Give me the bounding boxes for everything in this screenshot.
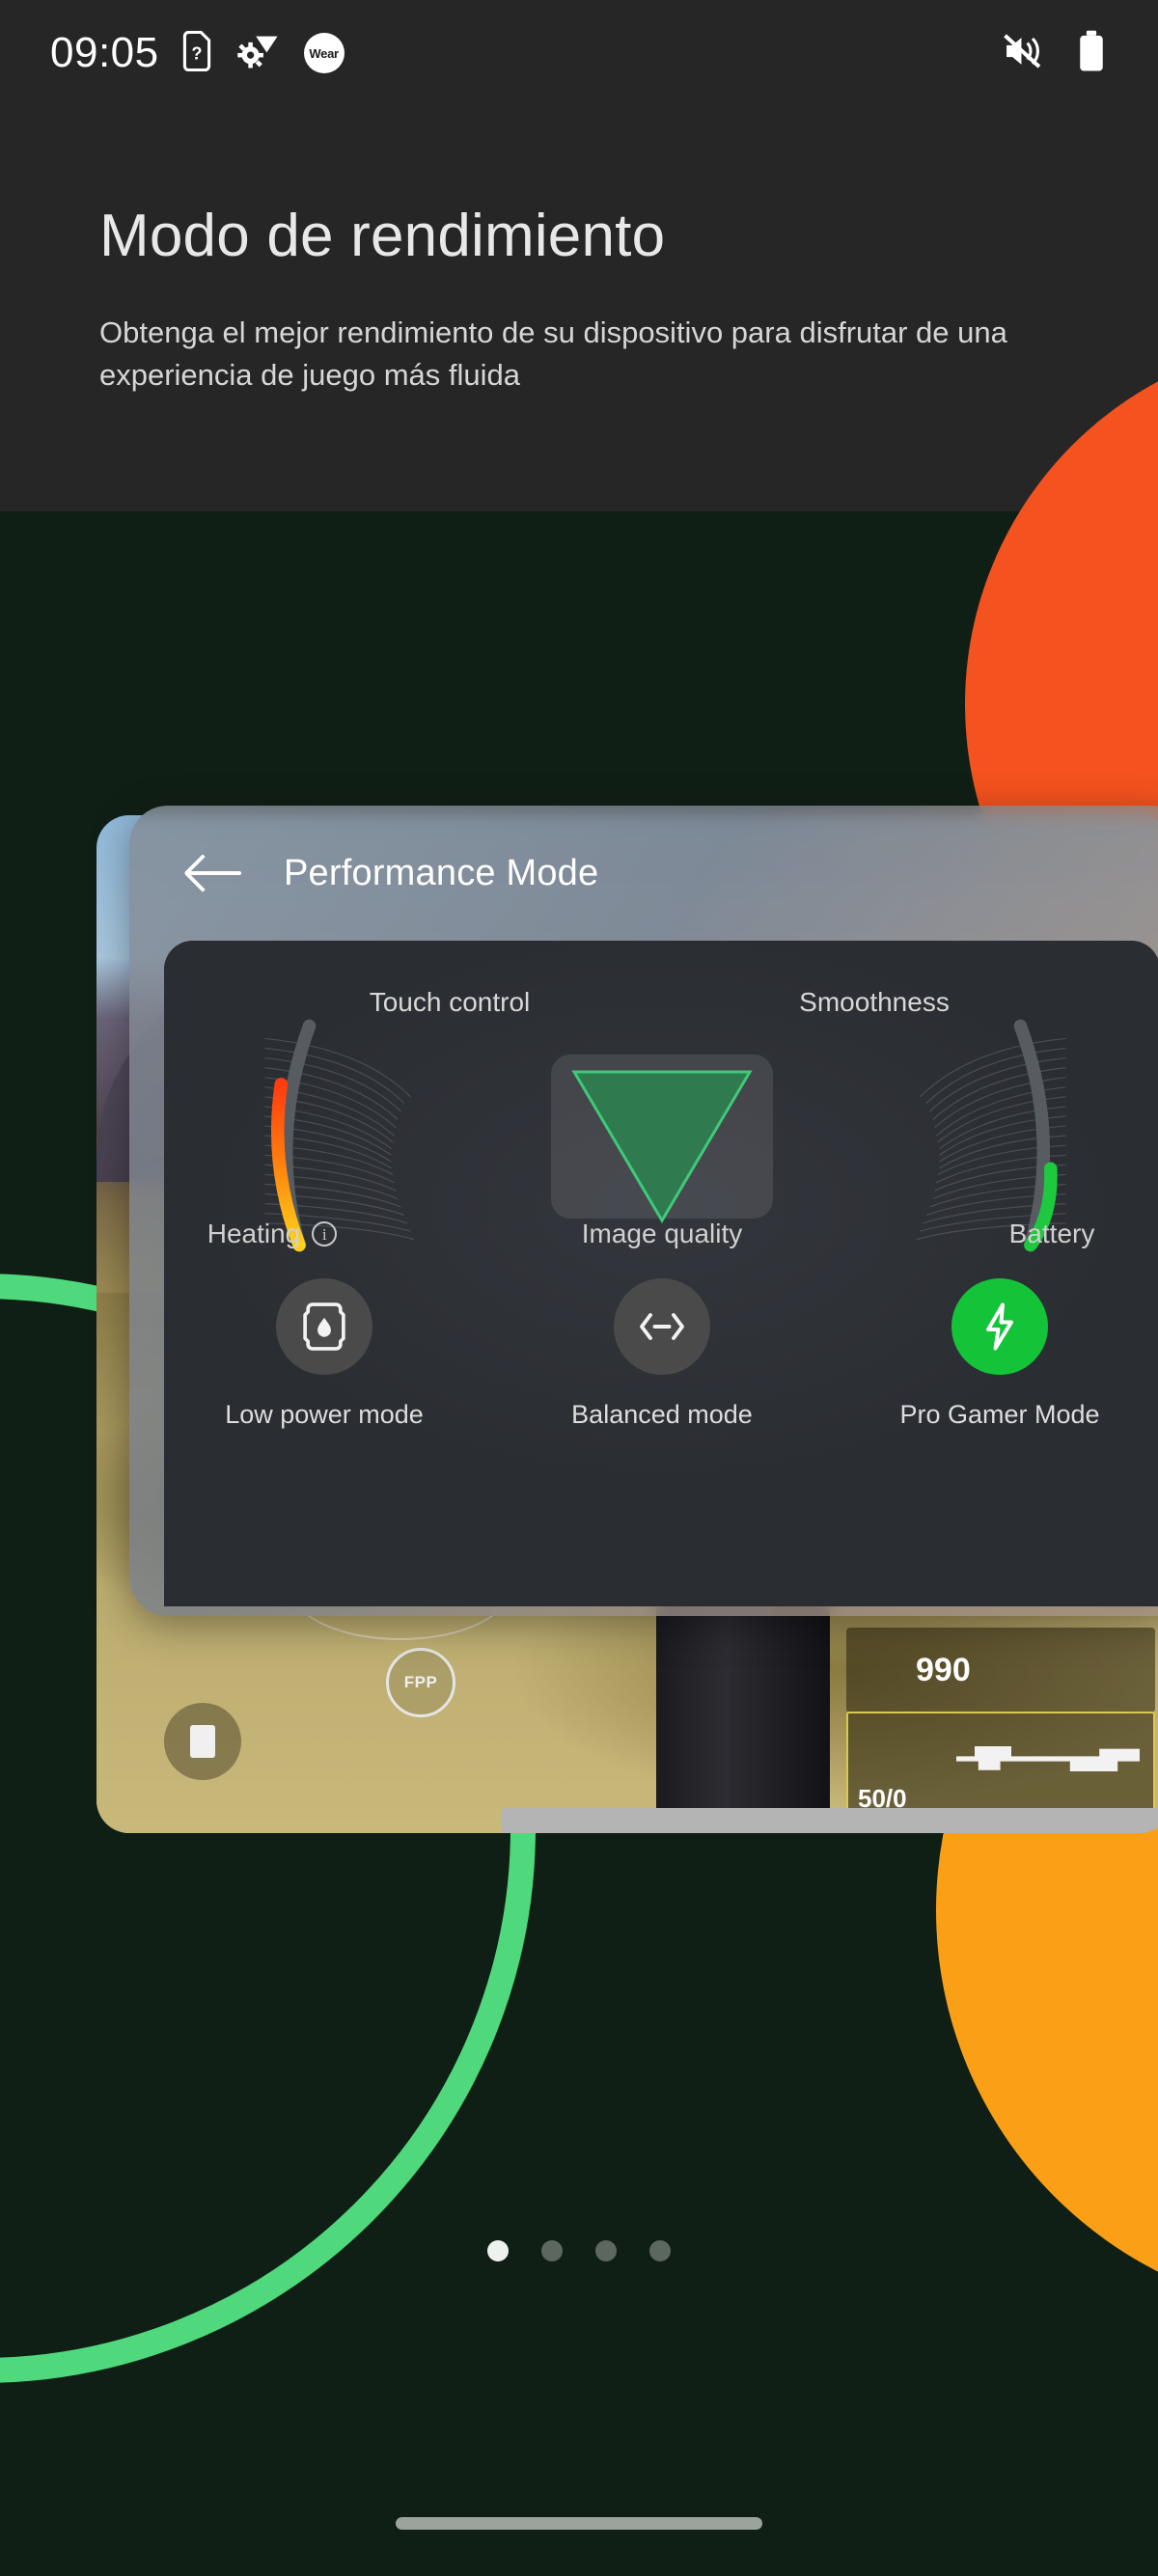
mode-balanced-circle[interactable]	[614, 1278, 710, 1375]
mode-pro-gamer-label: Pro Gamer Mode	[899, 1400, 1100, 1429]
status-bar: 09:05 ? Wear	[0, 0, 1158, 106]
gauge-label-heating-text: Heating	[207, 1219, 301, 1248]
gauge-label-heating: Heating i	[164, 1219, 380, 1249]
modal-header: Performance Mode	[129, 806, 1158, 941]
home-gesture-pill[interactable]	[396, 2516, 762, 2530]
mode-pro-gamer[interactable]: Pro Gamer Mode	[898, 1278, 1101, 1430]
feature-illustration-card: FPP 990 50/0 Performance Mode Touch cont…	[96, 806, 1158, 1833]
mode-buttons-row: Low power mode Balanced mode Pro Gamer M…	[164, 1278, 1158, 1430]
balance-arrows-icon	[640, 1313, 684, 1340]
gauge-label-image-quality: Image quality	[581, 1219, 743, 1248]
svg-text:?: ?	[191, 43, 202, 63]
mode-balanced[interactable]: Balanced mode	[561, 1278, 763, 1430]
mode-low-power[interactable]: Low power mode	[223, 1278, 426, 1430]
game-hud-ammo-panel: 990	[846, 1628, 1155, 1713]
page-dot-3[interactable]	[595, 2240, 617, 2261]
page-dot-2[interactable]	[541, 2240, 563, 2261]
gauge-label-smoothness: Smoothness	[799, 987, 950, 1017]
settings-wifi-icon	[236, 31, 281, 76]
game-bottom-bar	[502, 1808, 1158, 1833]
mode-balanced-label: Balanced mode	[571, 1400, 753, 1429]
modal-body: Touch control Smoothness Heating i Image…	[164, 941, 1158, 1606]
page-dot-1[interactable]	[487, 2240, 509, 2261]
gauge-top-labels: Touch control Smoothness	[164, 987, 1158, 1018]
game-hud-item-button[interactable]	[164, 1703, 241, 1780]
page-title: Modo de rendimiento	[99, 203, 666, 269]
page-dot-4[interactable]	[649, 2240, 671, 2261]
image-quality-triangle-icon	[571, 1070, 753, 1223]
mode-pro-gamer-circle[interactable]	[951, 1278, 1048, 1375]
game-hud-ammo-total: 990	[916, 1651, 971, 1688]
volume-mute-icon	[1002, 32, 1044, 75]
page-indicator	[0, 2240, 1158, 2261]
system-navigation-bar	[0, 2470, 1158, 2576]
phone-screen: 09:05 ? Wear Modo de rendimiento Obtenga…	[0, 0, 1158, 2576]
modal-title: Performance Mode	[284, 852, 599, 893]
back-arrow-icon[interactable]	[189, 854, 243, 892]
mode-low-power-label: Low power mode	[225, 1400, 424, 1429]
status-bar-right-icons	[1002, 30, 1106, 77]
lightning-bolt-icon	[986, 1302, 1013, 1351]
wear-os-icon: Wear	[303, 33, 345, 73]
mode-low-power-circle[interactable]	[276, 1278, 372, 1375]
status-bar-left-icons: ? Wear	[180, 30, 345, 76]
gauge-label-touch-control: Touch control	[369, 987, 531, 1017]
info-icon[interactable]: i	[312, 1221, 338, 1247]
battery-saver-icon	[303, 1302, 345, 1351]
performance-mode-modal: Performance Mode Touch control Smoothnes…	[129, 806, 1158, 1616]
weapon-icon	[956, 1746, 1140, 1771]
page-header: Modo de rendimiento Obtenga el mejor ren…	[99, 203, 1084, 397]
status-bar-clock: 09:05	[50, 29, 159, 76]
gauge-label-battery: Battery	[1008, 1219, 1095, 1248]
sim-card-question-icon: ?	[180, 30, 213, 76]
game-hud-fpp-button[interactable]: FPP	[386, 1648, 455, 1717]
page-subtitle: Obtenga el mejor rendimiento de su dispo…	[99, 315, 1007, 393]
gauge-bottom-labels: Heating i Image quality Battery	[164, 1219, 1158, 1249]
battery-icon	[1077, 30, 1106, 77]
wear-os-label: Wear	[309, 45, 339, 61]
item-glyph	[190, 1725, 215, 1758]
